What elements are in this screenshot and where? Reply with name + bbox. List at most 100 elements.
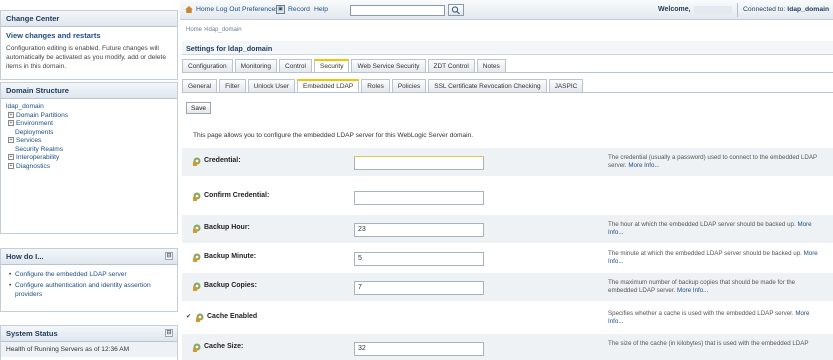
tree-item-domain-partitions[interactable]: + Domain Partitions xyxy=(6,112,172,121)
domain-structure-panel: Domain Structure ldap_domain + Domain Par… xyxy=(0,82,178,234)
view-changes-link[interactable]: View changes and restarts xyxy=(1,27,177,42)
tree-item-environment[interactable]: + Environment xyxy=(6,120,172,129)
connected-domain: ldap_domain xyxy=(787,6,830,13)
expand-icon[interactable]: + xyxy=(8,111,14,118)
system-status-panel: System Status ⊟ Health of Running Servers… xyxy=(0,325,178,360)
backup-minute-field[interactable]: 5 xyxy=(354,252,484,266)
redacted-username xyxy=(694,6,732,14)
field-label: Backup Minute: xyxy=(204,253,257,260)
field-help: The size of the cache (in kilobytes) tha… xyxy=(608,340,823,348)
tab-security[interactable]: Security xyxy=(314,59,350,73)
field-help: The maximum number of backup copies that… xyxy=(608,279,823,295)
field-row-cache-size: Cache Size: 32 The size of the cache (in… xyxy=(182,334,833,360)
field-label: Credential: xyxy=(204,157,241,164)
tree-item-diagnostics[interactable]: + Diagnostics xyxy=(6,163,172,172)
tab-jaspic[interactable]: JASPIC xyxy=(548,79,584,92)
page-description: This page allows you to configure the em… xyxy=(193,132,474,139)
home-link[interactable]: Home xyxy=(196,6,214,13)
tab-ssl-revocation[interactable]: SSL Certificate Revocation Checking xyxy=(428,79,547,92)
tab-monitoring[interactable]: Monitoring xyxy=(234,59,278,72)
expand-icon[interactable]: + xyxy=(8,137,14,144)
preferences-link[interactable]: Preferences xyxy=(242,6,279,13)
settings-icon xyxy=(193,282,201,291)
how-do-i-title-text: How do I... xyxy=(6,252,44,261)
how-do-i-title: How do I... ⊟ xyxy=(1,249,177,265)
tab-roles[interactable]: Roles xyxy=(361,79,390,92)
expand-icon[interactable]: + xyxy=(8,154,14,161)
tab-unlock-user[interactable]: Unlock User xyxy=(247,79,295,92)
tree-item-label: Domain Partitions xyxy=(16,111,69,119)
credential-field[interactable] xyxy=(354,156,484,170)
help-text: The hour at which the embedded LDAP serv… xyxy=(608,221,796,228)
settings-icon xyxy=(193,343,201,352)
tab-divider xyxy=(182,72,833,73)
tree-item-interoperability[interactable]: + Interoperability xyxy=(6,154,172,163)
tab-general[interactable]: General xyxy=(182,79,218,92)
how-do-i-link[interactable]: Configure the embedded LDAP server xyxy=(9,270,172,279)
collapse-icon[interactable]: ⊟ xyxy=(165,329,173,337)
logout-link[interactable]: Log Out xyxy=(216,6,240,13)
more-info-link[interactable]: More Info... xyxy=(677,287,708,294)
tab-configuration[interactable]: Configuration xyxy=(182,59,233,72)
field-label: Backup Copies: xyxy=(204,282,257,289)
cache-enabled-checkbox[interactable]: ✔ xyxy=(186,314,192,320)
search-input[interactable] xyxy=(350,5,445,16)
tab-filter[interactable]: Filter xyxy=(219,79,246,92)
field-row-cache-enabled: ✔ Cache Enabled Specifies whether a cach… xyxy=(182,304,833,332)
breadcrumb[interactable]: Home >ldap_domain xyxy=(186,27,242,33)
more-info-link[interactable]: More Info... xyxy=(628,162,659,169)
backup-copies-field[interactable]: 7 xyxy=(354,281,484,295)
server-health-text: Health of Running Servers as of 12:36 AM xyxy=(1,342,177,357)
system-status-title-text: System Status xyxy=(6,329,58,338)
settings-icon xyxy=(193,253,201,262)
primary-tabs: Configuration Monitoring Control Securit… xyxy=(182,59,508,73)
tree-item-services[interactable]: + Services xyxy=(6,137,172,146)
field-row-backup-minute: Backup Minute: 5 The minute at which the… xyxy=(182,244,833,272)
how-do-i-list: Configure the embedded LDAP server Confi… xyxy=(1,265,177,299)
field-label: Cache Size: xyxy=(204,343,244,350)
tree-item-deployments[interactable]: Deployments xyxy=(6,129,172,138)
collapse-icon[interactable]: ⊟ xyxy=(165,252,173,260)
tab-control[interactable]: Control xyxy=(279,59,312,72)
search-icon xyxy=(451,6,460,15)
field-help: The credential (usually a password) used… xyxy=(608,154,823,170)
connected-label: Connected to: xyxy=(743,6,786,13)
tree-item-ldap-domain[interactable]: ldap_domain xyxy=(6,103,172,112)
tab-notes[interactable]: Notes xyxy=(476,59,506,72)
change-center-panel: Change Center View changes and restarts … xyxy=(0,10,178,80)
tab-policies[interactable]: Policies xyxy=(391,79,427,92)
confirm-credential-field[interactable] xyxy=(354,191,484,205)
help-link[interactable]: Help xyxy=(314,6,328,13)
domain-tree: ldap_domain + Domain Partitions + Environm… xyxy=(1,99,177,175)
settings-icon xyxy=(193,192,201,201)
help-text: The size of the cache (in kilobytes) tha… xyxy=(608,340,809,347)
expand-icon[interactable]: + xyxy=(8,120,14,127)
system-status-title: System Status ⊟ xyxy=(1,326,177,342)
tab-divider xyxy=(182,92,833,93)
change-center-title: Change Center xyxy=(1,11,177,27)
record-link[interactable]: Record xyxy=(288,6,310,13)
field-row-backup-copies: Backup Copies: 7 The maximum number of b… xyxy=(182,273,833,301)
how-do-i-panel: How do I... ⊟ Configure the embedded LDAP… xyxy=(0,248,178,312)
field-row-confirm-credential: Confirm Credential: xyxy=(182,183,833,211)
help-text: The minute at which the embedded LDAP se… xyxy=(608,250,802,257)
tree-item-label: Diagnostics xyxy=(16,162,51,170)
save-button[interactable]: Save xyxy=(186,102,212,114)
cache-size-field[interactable]: 32 xyxy=(354,342,484,356)
how-do-i-link[interactable]: Configure authentication and identity as… xyxy=(9,281,172,299)
tree-item-label: ldap_domain xyxy=(6,103,44,110)
field-help: Specifies whether a cache is used with t… xyxy=(608,310,823,326)
home-icon[interactable] xyxy=(185,6,193,13)
expand-icon[interactable]: + xyxy=(8,162,14,169)
backup-hour-field[interactable]: 23 xyxy=(354,223,484,237)
settings-icon xyxy=(193,224,201,233)
record-icon[interactable]: ▣ xyxy=(276,5,285,14)
tree-item-security-realms[interactable]: Security Realms xyxy=(6,146,172,155)
tab-web-service-security[interactable]: Web Service Security xyxy=(351,59,426,72)
tab-zdt-control[interactable]: ZDT Control xyxy=(427,59,475,72)
search-button[interactable] xyxy=(448,4,464,16)
left-sidebar: Change Center View changes and restarts … xyxy=(0,0,178,360)
welcome-label: Welcome, xyxy=(658,6,691,13)
field-row-backup-hour: Backup Hour: 23 The hour at which the em… xyxy=(182,215,833,243)
tab-embedded-ldap[interactable]: Embedded LDAP xyxy=(296,79,360,93)
